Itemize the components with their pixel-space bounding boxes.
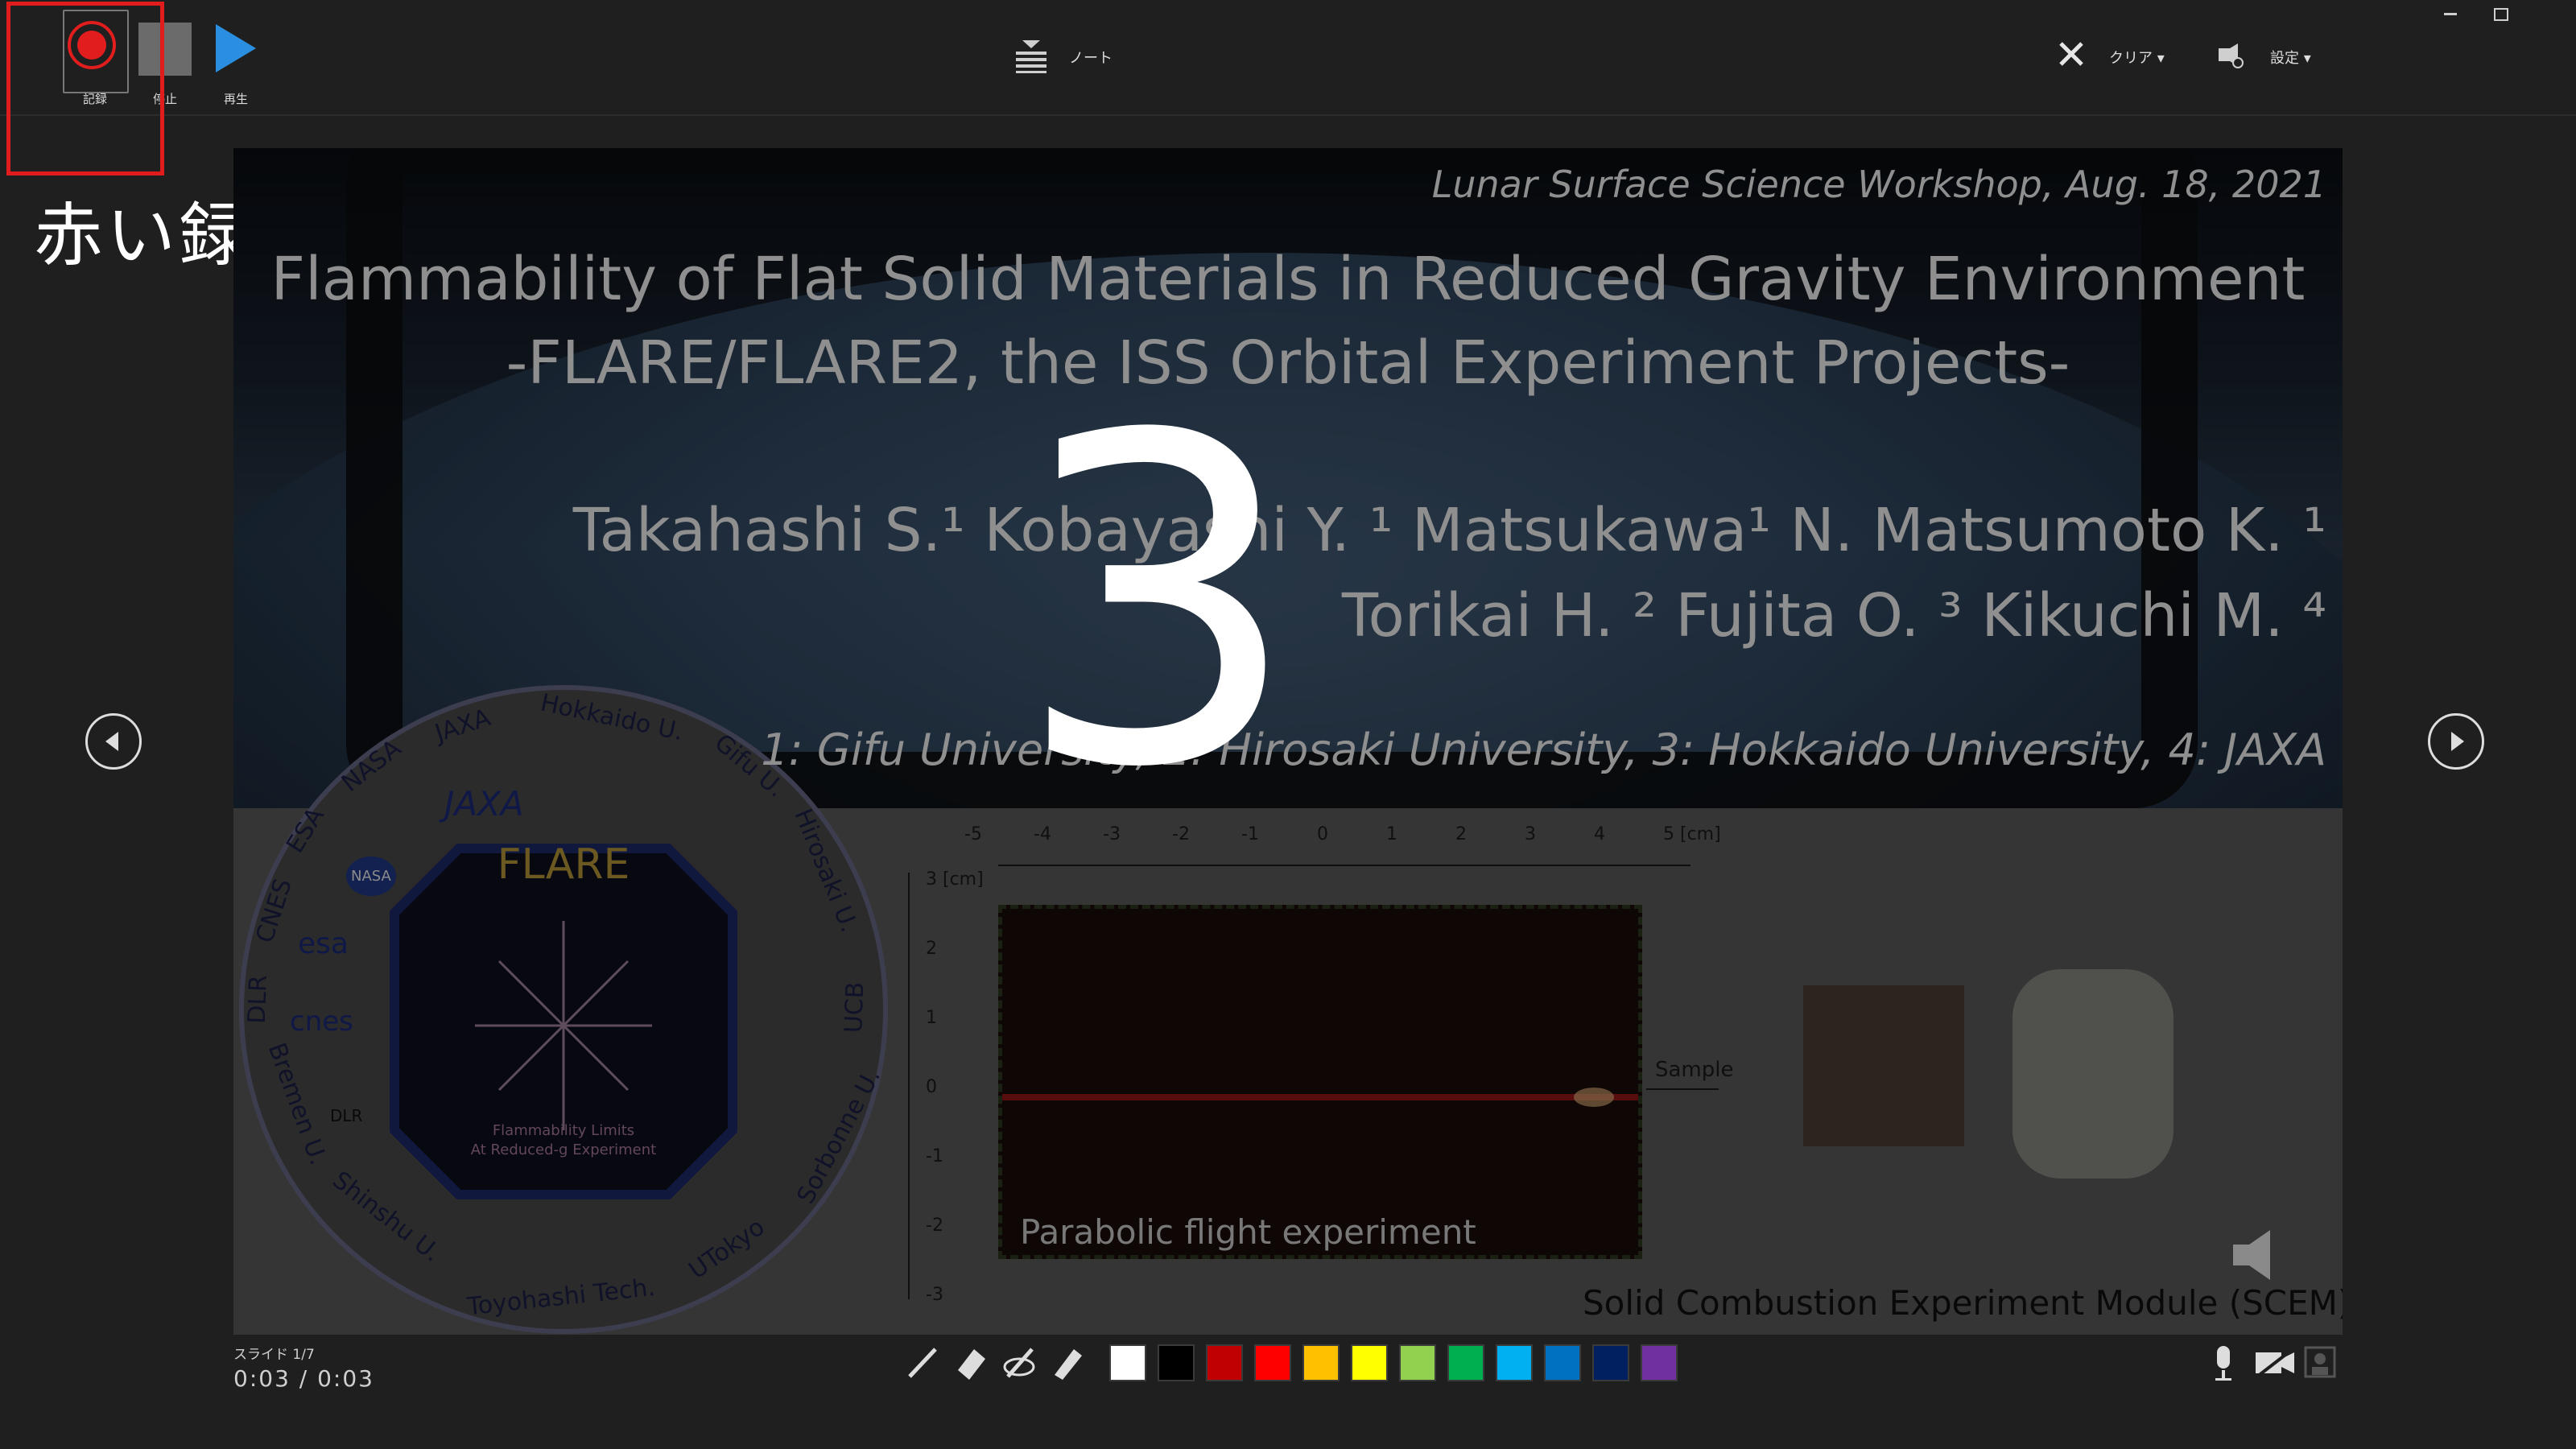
close-x-icon [2059,42,2083,66]
lasso-pen-icon [1003,1348,1035,1378]
eraser-icon [958,1349,985,1380]
lasso-eraser-tool[interactable] [1000,1343,1040,1386]
color-swatch-blue[interactable] [1544,1344,1581,1381]
previous-slide-button[interactable] [85,713,142,770]
color-swatch-navy[interactable] [1592,1344,1629,1381]
color-swatch-purple[interactable] [1641,1344,1678,1381]
conference-line: Lunar Surface Science Workshop, Aug. 18,… [1431,163,2326,206]
color-swatch-light-green[interactable] [1399,1344,1436,1381]
notes-button[interactable] [1013,37,1050,77]
settings-label[interactable]: 設定 ▾ [2270,47,2311,68]
audio-icon[interactable] [2230,1227,2294,1286]
minimize-icon[interactable] [2444,13,2457,15]
authors-line-1: Takahashi S.¹ Kobayashi Y. ¹ Matsukawa¹ … [572,496,2326,565]
play-label: 再生 [223,92,248,106]
color-swatch-light-blue[interactable] [1496,1344,1533,1381]
pen-icon [908,1348,937,1378]
camera-off-icon [2256,1348,2294,1378]
chevron-right-icon [2451,732,2464,751]
pen-tool[interactable] [903,1343,943,1386]
record-button-highlight [6,2,164,175]
color-swatch-green[interactable] [1447,1344,1484,1381]
clear-label[interactable]: クリア ▾ [2109,47,2165,68]
camera-preview-toggle[interactable] [2304,1346,2336,1381]
slide-indicator: スライド 1/7 [233,1347,315,1363]
restore-icon[interactable] [2494,8,2508,21]
microphone-icon [2215,1346,2231,1381]
color-swatch-black[interactable] [1158,1344,1195,1381]
color-swatch-white[interactable] [1109,1344,1146,1381]
camera-toggle[interactable] [2254,1346,2296,1383]
recording-countdown: 3 [1014,341,1302,866]
clear-button[interactable] [2058,40,2085,71]
settings-button[interactable] [2215,40,2244,72]
color-swatch-red[interactable] [1254,1344,1291,1381]
affiliations: 1: Gifu University, 2: Hirosaki Universi… [761,724,2326,775]
play-button[interactable] [216,24,256,72]
highlighter-tool[interactable] [1048,1343,1088,1386]
color-swatch-dark-red[interactable] [1206,1344,1243,1381]
color-swatch-yellow[interactable] [1351,1344,1388,1381]
highlighter-icon [1055,1349,1082,1380]
microphone-toggle[interactable] [2207,1344,2240,1385]
recording-toolbar: 記録 停止 再生 ノート クリア ▾ 設定 ▾ [0,0,2576,116]
authors-line-2: Torikai H. ² Fujita O. ³ Kikuchi M. ⁴ [1341,581,2326,650]
notes-icon [1016,40,1046,73]
recording-time: 0:03 / 0:03 [233,1365,374,1392]
camera-preview-icon [2304,1346,2336,1378]
next-slide-button[interactable] [2428,713,2484,770]
slide-title: Flammability of Flat Solid Materials in … [270,245,2306,314]
chevron-left-icon [105,732,118,751]
eraser-tool[interactable] [952,1343,992,1386]
color-swatch-orange[interactable] [1302,1344,1340,1381]
notes-label: ノート [1069,50,1113,67]
camera-mic-settings-icon [2219,43,2244,68]
